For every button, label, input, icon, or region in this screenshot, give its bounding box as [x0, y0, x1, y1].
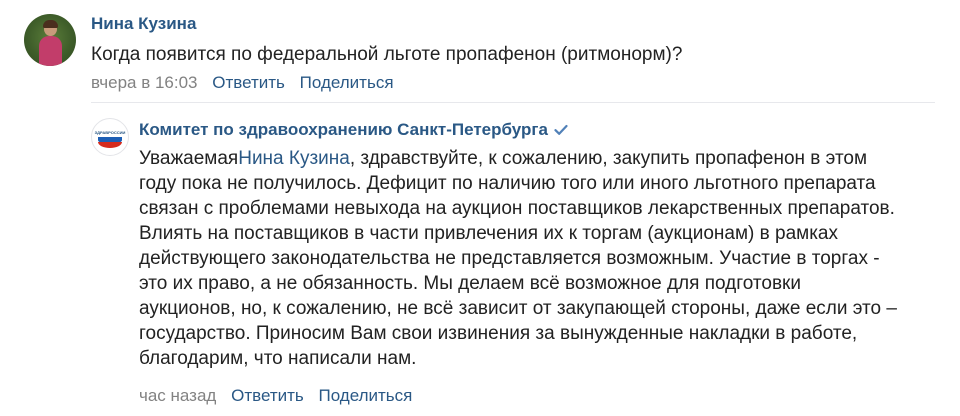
reply-text-line: связан с проблемами невыхода на аукцион …: [139, 198, 895, 219]
avatar[interactable]: [24, 14, 76, 66]
comment-time[interactable]: вчера в 16:03: [91, 73, 198, 92]
avatar-figure-hair: [43, 20, 58, 28]
reply-time[interactable]: час назад: [139, 386, 216, 405]
reply-button[interactable]: Ответить: [212, 73, 285, 92]
reply-text-prefix: Уважаемая: [139, 148, 239, 169]
avatar[interactable]: ЗДРАВРОССИИ: [91, 118, 129, 156]
reply-text-line: УважаемаяНина Кузина, здравствуйте, к со…: [139, 146, 936, 171]
reply-text-line: действующего законодательства не предста…: [139, 248, 880, 269]
reply-text-line: Влиять на поставщиков в части привлечени…: [139, 223, 838, 244]
flag-stripe-red: [98, 142, 122, 148]
reply-meta: час назад Ответить Поделиться: [139, 386, 412, 406]
reply-text-line: государство. Приносим Вам свои извинения…: [139, 323, 858, 344]
comment-text: Когда появится по федеральной льготе про…: [91, 44, 683, 65]
reply-text: УважаемаяНина Кузина, здравствуйте, к со…: [139, 146, 936, 371]
mention-link[interactable]: Нина Кузина: [238, 148, 350, 169]
share-button[interactable]: Поделиться: [300, 73, 394, 92]
reply-author: Комитет по здравоохранению Санкт-Петербу…: [139, 120, 568, 141]
reply-text-line: благодарим, что написали нам.: [139, 348, 417, 369]
reply-text-line: аукционов, но, к сожалению, не всё завис…: [139, 298, 897, 319]
comment-author[interactable]: Нина Кузина: [91, 14, 196, 34]
avatar-logo-text: ЗДРАВРОССИИ: [94, 130, 126, 135]
reply-text-line: году пока не получилось. Дефицит по нали…: [139, 173, 876, 194]
reply-author-name[interactable]: Комитет по здравоохранению Санкт-Петербу…: [139, 120, 548, 139]
comment-meta: вчера в 16:03 Ответить Поделиться: [91, 73, 394, 93]
reply-button[interactable]: Ответить: [231, 386, 304, 405]
reply-text-line: это их право, а не обязанность. Мы делае…: [139, 273, 801, 294]
comment-divider: [91, 102, 935, 103]
avatar-figure: [39, 36, 62, 66]
verified-icon: [554, 121, 568, 141]
reply-text-segment: , здравствуйте, к сожалению, закупить пр…: [349, 148, 868, 169]
share-button[interactable]: Поделиться: [319, 386, 413, 405]
